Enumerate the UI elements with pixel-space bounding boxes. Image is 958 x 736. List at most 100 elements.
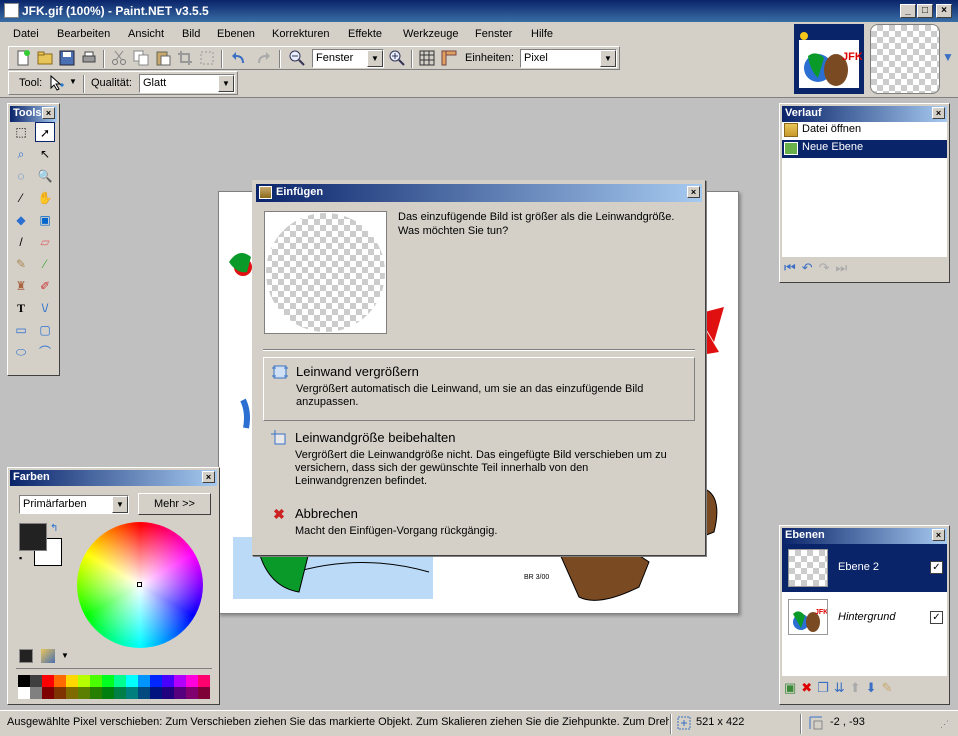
palette-swatch[interactable] — [186, 675, 198, 687]
palette-swatch[interactable] — [150, 675, 162, 687]
tool-dropdown-icon[interactable]: ▼ — [69, 77, 77, 86]
rewind-icon[interactable]: ⏮ — [784, 260, 802, 275]
palette-menu-icon[interactable] — [41, 649, 55, 663]
palette-swatch[interactable] — [54, 675, 66, 687]
swap-colors-icon[interactable]: ↰ — [50, 523, 58, 534]
move-selection-icon[interactable] — [49, 75, 65, 91]
chevron-down-icon[interactable]: ▼ — [218, 75, 234, 92]
recolor-icon[interactable]: ✐ — [35, 276, 55, 296]
layer-row-selected[interactable]: Ebene 2 ✓ — [782, 544, 947, 592]
palette-swatch[interactable] — [18, 675, 30, 687]
zoom-out-icon[interactable] — [289, 50, 305, 66]
crop-icon[interactable] — [177, 50, 193, 66]
palette-swatch[interactable] — [78, 687, 90, 699]
minimize-button[interactable]: _ — [900, 4, 916, 18]
gradient-icon[interactable]: ▣ — [35, 210, 55, 230]
lasso-icon[interactable]: ⌕ — [11, 144, 31, 164]
copy-icon[interactable] — [133, 50, 149, 66]
palette-swatch[interactable] — [42, 675, 54, 687]
palette-swatch[interactable] — [42, 687, 54, 699]
history-item-selected[interactable]: Neue Ebene — [782, 140, 947, 158]
duplicate-layer-icon[interactable]: ❐ — [817, 680, 834, 695]
palette-swatch[interactable] — [66, 687, 78, 699]
palette-swatch[interactable] — [114, 687, 126, 699]
palette-swatch[interactable] — [66, 675, 78, 687]
zoom-in-icon[interactable] — [389, 50, 405, 66]
palette-swatch[interactable] — [78, 675, 90, 687]
palette-swatch[interactable] — [126, 675, 138, 687]
color-mode-select[interactable]: Primärfarben ▼ — [19, 495, 129, 514]
move-selection-tool-icon[interactable]: ➚ — [35, 122, 55, 142]
undo-icon[interactable]: ↶ — [802, 260, 819, 275]
redo-icon[interactable] — [255, 50, 271, 66]
menu-bild[interactable]: Bild — [182, 28, 200, 40]
rounded-rectangle-icon[interactable]: ▢ — [35, 320, 55, 340]
clone-stamp-icon[interactable]: ♜ — [11, 276, 31, 296]
menu-werkzeuge[interactable]: Werkzeuge — [403, 28, 458, 40]
palette-swatch[interactable] — [162, 675, 174, 687]
open-folder-icon[interactable] — [37, 50, 53, 66]
close-icon[interactable]: × — [687, 186, 700, 198]
maximize-button[interactable]: □ — [917, 4, 933, 18]
palette-swatch[interactable] — [114, 675, 126, 687]
print-icon[interactable] — [81, 50, 97, 66]
deselect-icon[interactable] — [199, 50, 215, 66]
merge-down-icon[interactable]: ⇊ — [834, 680, 850, 695]
palette-swatch[interactable] — [174, 687, 186, 699]
quality-select[interactable]: Glatt ▼ — [139, 74, 235, 93]
menu-bearbeiten[interactable]: Bearbeiten — [57, 28, 110, 40]
palette-swatch[interactable] — [90, 687, 102, 699]
color-wheel[interactable] — [77, 522, 203, 648]
palette-swatch[interactable] — [198, 675, 210, 687]
option-expand-canvas[interactable]: Leinwand vergrößern Vergrößert automatis… — [263, 357, 695, 421]
layer-properties-icon[interactable]: ✎ — [882, 680, 898, 695]
layer-row[interactable]: JFK Hintergrund ✓ — [782, 594, 947, 642]
undo-icon[interactable] — [231, 50, 247, 66]
close-button[interactable]: × — [936, 4, 952, 18]
palette-swatch[interactable] — [138, 675, 150, 687]
palette-swatch[interactable] — [126, 687, 138, 699]
color-wheel-cursor[interactable] — [137, 582, 142, 587]
menu-fenster[interactable]: Fenster — [475, 28, 512, 40]
history-item[interactable]: Datei öffnen — [782, 122, 947, 140]
move-layer-down-icon[interactable]: ⬇ — [866, 680, 882, 695]
add-color-icon[interactable] — [19, 649, 33, 663]
color-picker-icon[interactable]: ⁄ — [35, 254, 55, 274]
chevron-down-icon[interactable]: ▼ — [600, 50, 616, 67]
eraser-icon[interactable]: ▱ — [35, 232, 55, 252]
paste-icon[interactable] — [155, 50, 171, 66]
delete-layer-icon[interactable]: ✖ — [801, 680, 817, 695]
close-icon[interactable]: × — [932, 529, 945, 541]
paint-bucket-icon[interactable]: ◆ — [11, 210, 31, 230]
menu-datei[interactable]: Datei — [13, 28, 39, 40]
thumbnail-scroll-icon[interactable]: ▼ — [942, 50, 954, 64]
fast-forward-icon[interactable]: ⏭ — [836, 260, 854, 275]
magic-wand-icon[interactable]: ⁄ — [11, 188, 31, 208]
close-icon[interactable]: × — [42, 107, 55, 119]
new-file-icon[interactable] — [15, 50, 31, 66]
menu-hilfe[interactable]: Hilfe — [531, 28, 553, 40]
save-icon[interactable] — [59, 50, 75, 66]
cut-icon[interactable] — [111, 50, 127, 66]
palette-swatch[interactable] — [30, 687, 42, 699]
palette-swatch[interactable] — [174, 675, 186, 687]
chevron-down-icon[interactable]: ▼ — [367, 50, 383, 67]
menu-ansicht[interactable]: Ansicht — [128, 28, 164, 40]
units-select[interactable]: Pixel ▼ — [520, 49, 617, 68]
pencil-icon[interactable]: ✎ — [11, 254, 31, 274]
menu-ebenen[interactable]: Ebenen — [217, 28, 255, 40]
palette-dropdown-icon[interactable]: ▼ — [61, 651, 69, 660]
palette-swatch[interactable] — [30, 675, 42, 687]
palette-swatch[interactable] — [102, 675, 114, 687]
option-cancel[interactable]: ✖ Abbrechen Macht den Einfügen-Vorgang r… — [263, 500, 695, 544]
palette-swatch[interactable] — [162, 687, 174, 699]
layer-visibility-checkbox[interactable]: ✓ — [930, 611, 943, 624]
palette-swatch[interactable] — [138, 687, 150, 699]
reset-colors-icon[interactable]: ▪ — [19, 553, 22, 563]
image-thumbnail-jfk[interactable]: JFK — [794, 24, 864, 94]
image-thumbnail-new[interactable] — [870, 24, 940, 94]
option-keep-canvas-size[interactable]: Leinwandgröße beibehalten Vergrößert die… — [263, 424, 695, 494]
pan-hand-icon[interactable]: ✋ — [35, 188, 55, 208]
more-colors-button[interactable]: Mehr >> — [138, 493, 211, 515]
menu-korrekturen[interactable]: Korrekturen — [272, 28, 329, 40]
